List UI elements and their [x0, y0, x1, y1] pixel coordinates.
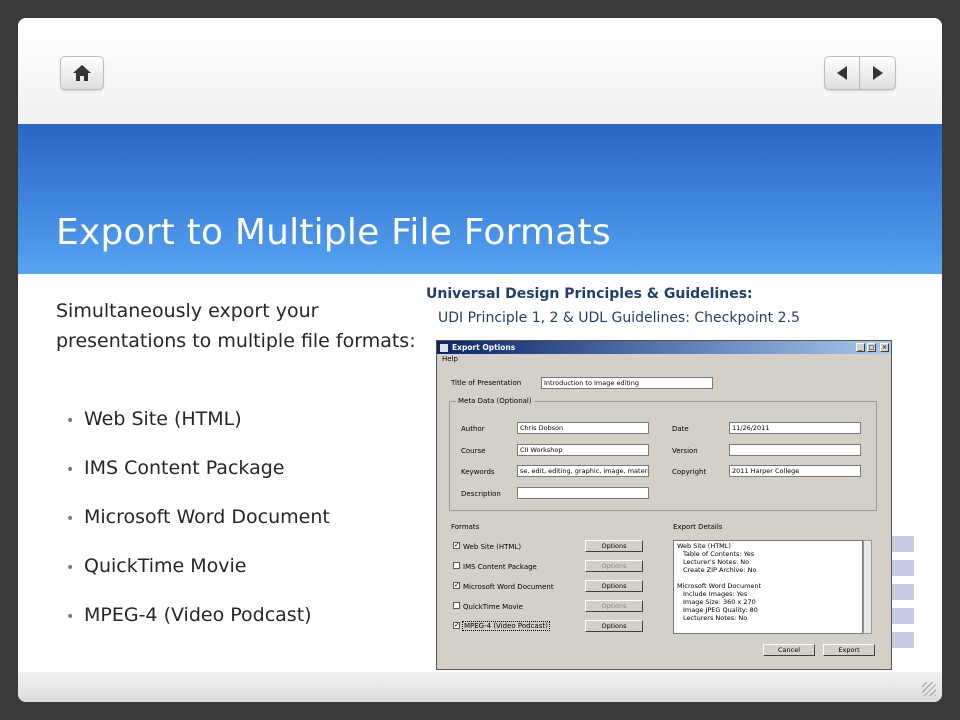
slide: Export to Multiple File Formats Simultan…: [18, 18, 942, 702]
format-label-quicktime: QuickTime Movie: [463, 603, 523, 611]
checkbox-mpeg4[interactable]: ✓: [453, 622, 460, 629]
version-label: Version: [672, 447, 698, 455]
bullet-item: Microsoft Word Document: [66, 506, 330, 555]
date-label: Date: [672, 425, 689, 433]
details-line: Image JPEG Quality: 80: [683, 606, 758, 614]
udl-heading: Universal Design Principles & Guidelines…: [426, 286, 753, 302]
next-slide-button[interactable]: [860, 56, 896, 90]
home-button[interactable]: [60, 56, 104, 90]
home-icon: [73, 65, 91, 81]
options-button-mpeg4[interactable]: Options: [585, 620, 643, 632]
triangle-left-icon: [837, 66, 847, 80]
formats-label: Formats: [451, 523, 480, 531]
bullet-item: MPEG-4 (Video Podcast): [66, 604, 330, 653]
details-scrollbar[interactable]: [863, 540, 872, 634]
details-line: Include Images: Yes: [683, 590, 748, 598]
app-icon: [440, 343, 448, 352]
menu-help[interactable]: Help: [437, 354, 891, 364]
checkbox-web-site[interactable]: ✓: [453, 542, 460, 549]
options-button-quicktime[interactable]: Options: [585, 600, 643, 612]
checkbox-quicktime[interactable]: [453, 602, 460, 609]
checkbox-ims-content[interactable]: [453, 562, 460, 569]
copyright-label: Copyright: [672, 468, 707, 476]
course-input[interactable]: CII Workshop: [517, 444, 649, 456]
bottom-bar: [18, 672, 942, 702]
description-label: Description: [461, 490, 501, 498]
format-bullet-list: Web Site (HTML) IMS Content Package Micr…: [66, 408, 330, 653]
details-line: Table of Contents: Yes: [683, 550, 755, 558]
dialog-titlebar: Export Options: [437, 341, 891, 354]
export-details-list: Web Site (HTML) Table of Contents: Yes L…: [673, 540, 863, 634]
author-label: Author: [461, 425, 485, 433]
details-line: Lecturers Notes: No: [683, 614, 748, 622]
title-label: Title of Presentation: [451, 379, 522, 387]
close-icon[interactable]: ×: [880, 343, 889, 352]
intro-text: Simultaneously export your presentations…: [56, 300, 416, 352]
format-label-web-site: Web Site (HTML): [463, 543, 522, 551]
checkbox-word-document[interactable]: ✓: [453, 582, 460, 589]
bullet-item: Web Site (HTML): [66, 408, 330, 457]
details-line: [677, 574, 859, 582]
version-input[interactable]: [729, 444, 861, 456]
minimize-icon[interactable]: _: [856, 343, 865, 352]
author-input[interactable]: Chris Dobson: [517, 422, 649, 434]
options-button-web-site[interactable]: Options: [585, 540, 643, 552]
bullet-item: QuickTime Movie: [66, 555, 330, 604]
triangle-right-icon: [872, 66, 883, 80]
export-button[interactable]: Export: [823, 644, 875, 656]
top-bar: [18, 18, 942, 124]
format-label-ims-content: IMS Content Package: [463, 563, 537, 571]
details-line: Lecturer's Notes: No: [683, 558, 750, 566]
details-line: Image Size: 360 x 270: [683, 598, 756, 606]
previous-slide-button[interactable]: [824, 56, 860, 90]
cancel-button[interactable]: Cancel: [763, 644, 815, 656]
udl-subheading: UDI Principle 1, 2 & UDL Guidelines: Che…: [438, 310, 800, 326]
title-input[interactable]: Introduction to Image editing: [541, 377, 713, 389]
meta-data-label: Meta Data (Optional): [456, 397, 534, 405]
resize-grip-icon[interactable]: [922, 682, 936, 696]
meta-data-group: Meta Data (Optional): [449, 397, 877, 511]
description-input[interactable]: [517, 487, 649, 499]
export-options-dialog: Export Options _ □ × Help Title of Prese…: [436, 340, 892, 670]
details-line: Microsoft Word Document: [677, 582, 762, 590]
options-button-ims-content[interactable]: Options: [585, 560, 643, 572]
date-input[interactable]: 11/26/2011: [729, 422, 861, 434]
slide-title: Export to Multiple File Formats: [56, 212, 611, 253]
details-line: Create ZIP Archive: No: [683, 566, 757, 574]
keywords-input[interactable]: se, edit, editing, graphic, image, mater…: [517, 465, 649, 477]
maximize-icon[interactable]: □: [867, 343, 876, 352]
dialog-title: Export Options: [452, 343, 516, 352]
export-details-label: Export Details: [673, 523, 723, 531]
format-label-word-document: Microsoft Word Document: [463, 583, 554, 591]
course-label: Course: [461, 447, 486, 455]
copyright-input[interactable]: 2011 Harper College: [729, 465, 861, 477]
details-line: Web Site (HTML): [677, 542, 731, 550]
options-button-word-document[interactable]: Options: [585, 580, 643, 592]
format-label-mpeg4: MPEG-4 (Video Podcast): [462, 621, 550, 631]
background-decoration: [892, 536, 922, 656]
keywords-label: Keywords: [461, 468, 495, 476]
bullet-item: IMS Content Package: [66, 457, 330, 506]
